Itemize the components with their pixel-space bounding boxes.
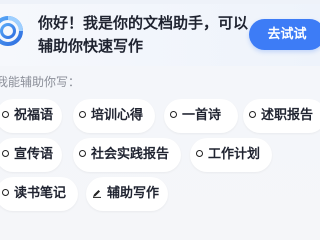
chip-label: 一首诗 (182, 108, 222, 123)
circle-icon (79, 111, 86, 118)
circle-icon (196, 150, 203, 157)
circle-icon (170, 111, 177, 118)
chip-label: 辅助写作 (107, 186, 160, 201)
chip-social-practice-report[interactable]: 社会实践报告 (73, 138, 181, 172)
chip-poem[interactable]: 一首诗 (164, 99, 238, 133)
circle-icon (2, 150, 9, 157)
circle-icon (79, 150, 86, 157)
chip-work-report[interactable]: 述职报告 (243, 99, 320, 133)
chip-blessing[interactable]: 祝福语 (0, 99, 62, 133)
chip-work-plan[interactable]: 工作计划 (190, 138, 272, 172)
pen-icon (93, 189, 101, 198)
circle-icon (2, 111, 9, 118)
chip-label: 读书笔记 (14, 186, 67, 201)
section-label: 我能辅助你写： (0, 75, 81, 89)
chip-reading-notes[interactable]: 读书笔记 (0, 177, 78, 211)
circle-icon (249, 111, 256, 118)
chip-label: 社会实践报告 (91, 147, 170, 162)
chip-label: 工作计划 (208, 147, 261, 162)
chip-assisted-writing[interactable]: 辅助写作 (86, 177, 168, 211)
chip-slogan[interactable]: 宣传语 (0, 138, 62, 172)
chip-training-notes[interactable]: 培训心得 (73, 99, 155, 133)
document-assistant-panel: 你好！我是你的文档助手，可以 辅助你快速写作 去试试 我能辅助你写： 祝福语 培… (0, 0, 320, 240)
chip-label: 述职报告 (261, 108, 314, 123)
circle-icon (2, 189, 9, 196)
assistant-greeting: 你好！我是你的文档助手，可以 辅助你快速写作 (38, 12, 249, 58)
chip-label: 培训心得 (91, 108, 144, 123)
greeting-line-2: 辅助你快速写作 (38, 37, 144, 55)
greeting-line-1: 你好！我是你的文档助手，可以 (38, 14, 249, 32)
document-assistant-logo-icon (0, 16, 23, 46)
try-it-button[interactable]: 去试试 (249, 19, 320, 50)
chip-label: 祝福语 (14, 108, 54, 123)
chip-label: 宣传语 (14, 147, 54, 162)
